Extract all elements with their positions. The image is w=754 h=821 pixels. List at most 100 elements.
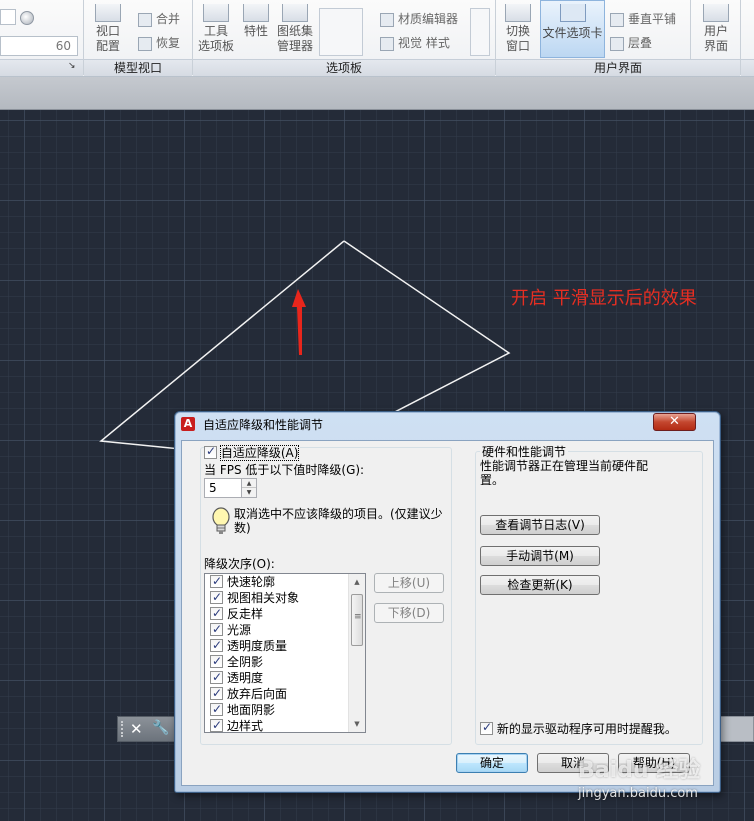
fps-stepper[interactable]: ▲ ▼ (241, 478, 257, 498)
check-updates-button[interactable]: 检查更新(K) (480, 575, 600, 595)
list-item-checkbox[interactable] (210, 621, 223, 637)
ribbon-number-field[interactable]: 60 (0, 36, 78, 56)
user-interface-button[interactable]: 用户 界面 (698, 4, 734, 54)
hardware-group (475, 451, 703, 745)
palette-small-icons[interactable] (319, 8, 363, 56)
file-tab-strip (0, 77, 754, 110)
cascade-button[interactable]: 层叠 (610, 34, 652, 52)
tile-vertical-icon (610, 12, 624, 27)
hardware-description: 性能调节器正在管理当前硬件配置。 (480, 459, 649, 487)
restore-label: 恢复 (156, 36, 181, 50)
close-icon[interactable]: ✕ (130, 720, 143, 738)
dialog-close-button[interactable]: ✕ (653, 413, 696, 431)
tile-vertical-label: 垂直平铺 (628, 12, 677, 26)
list-item-checkbox[interactable] (210, 589, 223, 605)
switch-window-button[interactable]: 切换 窗口 (500, 4, 536, 54)
move-down-button[interactable]: 下移(D) (374, 603, 444, 623)
file-tabs-label: 文件选项卡 (542, 26, 603, 40)
fps-label: 当 FPS 低于以下值时降级(G): (204, 463, 365, 477)
adaptive-degradation-dialog: A 自适应降级和性能调节 ✕ 自适应降级(A) 当 FPS 低于以下值时降级(G… (174, 411, 721, 793)
list-item-checkbox[interactable] (210, 605, 223, 621)
degradation-items: 快速轮廓视图相关对象反走样光源透明度质量全阴影透明度放弃后向面地面阴影边样式 (205, 574, 365, 732)
list-item-checkbox[interactable] (210, 717, 223, 732)
list-item[interactable]: 透明度质量 (205, 637, 365, 654)
list-item-checkbox[interactable] (210, 701, 223, 717)
grip-handle-icon[interactable] (121, 721, 125, 737)
switch-window-icon (505, 4, 531, 22)
user-interface-label: 用户 界面 (703, 24, 728, 53)
visual-style-label: 视觉 样式 (398, 36, 450, 50)
list-item[interactable]: 透明度 (205, 669, 365, 686)
list-item-checkbox[interactable] (210, 637, 223, 653)
command-line-toolbar[interactable]: ✕ 🔧 (117, 716, 175, 742)
visual-style-ball-icon[interactable] (20, 11, 34, 25)
list-item[interactable]: 快速轮廓 (205, 574, 365, 590)
tool-palette-label: 工具 选项板 (197, 24, 234, 53)
lightbulb-icon (212, 507, 230, 534)
list-item[interactable]: 视图相关对象 (205, 589, 365, 606)
degradation-order-label: 降级次序(O): (204, 557, 275, 571)
material-editor-button[interactable]: 材质编辑器 (380, 10, 458, 28)
ribbon-dropdown[interactable] (0, 9, 16, 25)
file-tabs-button[interactable]: 文件选项卡 (540, 0, 605, 58)
panel-title-palettes: 选项板 (193, 59, 495, 76)
ok-button[interactable]: 确定 (456, 753, 528, 773)
list-item-checkbox[interactable] (210, 685, 223, 701)
properties-button[interactable]: 特性 (240, 4, 272, 39)
baidu-watermark: Baidu 经验 (578, 758, 701, 783)
remind-checkbox-box[interactable] (480, 720, 493, 735)
material-editor-label: 材质编辑器 (398, 12, 459, 26)
dialog-client-area: 自适应降级(A) 当 FPS 低于以下值时降级(G): 5 ▲ ▼ 取消选中不应… (181, 440, 714, 786)
remind-checkbox-label: 新的显示驱动程序可用时提醒我。 (496, 722, 677, 736)
list-item[interactable]: 光源 (205, 621, 365, 638)
panel-title-user-interface: 用户界面 (496, 59, 740, 76)
visual-style-icon (380, 36, 394, 51)
adaptive-checkbox[interactable]: 自适应降级(A) (204, 444, 301, 461)
list-item-label: 反走样 (227, 607, 264, 621)
merge-label: 合并 (156, 12, 181, 26)
scroll-down-icon[interactable]: ▼ (349, 716, 365, 732)
list-item-label: 透明度质量 (227, 639, 288, 653)
stepper-down-icon[interactable]: ▼ (242, 488, 256, 497)
view-tuning-log-button[interactable]: 查看调节日志(V) (480, 515, 600, 535)
list-item-label: 透明度 (227, 671, 264, 685)
panel-expander-icon[interactable]: ↘ (68, 61, 78, 71)
stepper-up-icon[interactable]: ▲ (242, 479, 256, 488)
merge-icon (138, 12, 152, 27)
list-item-checkbox[interactable] (210, 574, 223, 589)
list-item-checkbox[interactable] (210, 669, 223, 685)
viewport-icon (95, 4, 121, 22)
autocad-logo-icon: A (181, 417, 195, 431)
list-item-checkbox[interactable] (210, 653, 223, 669)
list-item[interactable]: 反走样 (205, 605, 365, 622)
list-item[interactable]: 全阴影 (205, 653, 365, 670)
list-scrollbar[interactable]: ▲ ▼ (348, 574, 365, 732)
adaptive-checkbox-box[interactable] (204, 444, 217, 459)
degradation-order-list[interactable]: 快速轮廓视图相关对象反走样光源透明度质量全阴影透明度放弃后向面地面阴影边样式 ▲… (204, 573, 366, 733)
restore-button[interactable]: 恢复 (138, 34, 180, 52)
list-item[interactable]: 地面阴影 (205, 701, 365, 718)
manual-tune-button[interactable]: 手动调节(M) (480, 546, 600, 566)
list-item[interactable]: 边样式 (205, 717, 365, 732)
visual-style-button[interactable]: 视觉 样式 (380, 34, 450, 52)
list-item[interactable]: 放弃后向面 (205, 685, 365, 702)
material-editor-icon (380, 12, 394, 27)
tile-vertical-button[interactable]: 垂直平铺 (610, 10, 676, 28)
remind-driver-checkbox[interactable]: 新的显示驱动程序可用时提醒我。 (480, 720, 677, 737)
red-arrow (292, 289, 306, 355)
fps-input[interactable]: 5 (204, 478, 242, 498)
merge-button[interactable]: 合并 (138, 10, 180, 28)
wrench-icon[interactable]: 🔧 (152, 720, 169, 736)
palette-extra-icons[interactable] (470, 8, 490, 56)
viewport-config-button[interactable]: 视口 配置 (88, 4, 128, 54)
adaptive-checkbox-label: 自适应降级(A) (219, 445, 300, 461)
ribbon: 60 视口 配置 合并 恢复 工具 选项板 特性 图纸集 管理器 材质编辑器 视… (0, 0, 754, 77)
scroll-up-icon[interactable]: ▲ (349, 574, 365, 590)
sheet-set-manager-button[interactable]: 图纸集 管理器 (274, 4, 316, 54)
list-item-label: 光源 (227, 623, 252, 637)
dialog-titlebar[interactable]: A 自适应降级和性能调节 ✕ (175, 412, 720, 436)
tool-palette-button[interactable]: 工具 选项板 (196, 4, 236, 54)
list-item-label: 全阴影 (227, 655, 264, 669)
scroll-thumb[interactable] (351, 594, 363, 646)
move-up-button[interactable]: 上移(U) (374, 573, 444, 593)
